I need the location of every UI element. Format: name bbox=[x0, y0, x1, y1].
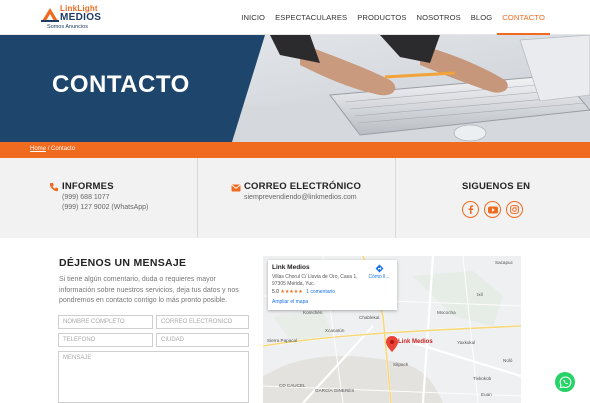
hero-banner: CONTACTO bbox=[0, 35, 590, 142]
nav-productos[interactable]: PRODUCTOS bbox=[352, 0, 411, 35]
email-field[interactable]: CORREO ELECTRONICO bbox=[156, 315, 249, 329]
message-textarea[interactable]: MENSAJE bbox=[58, 351, 249, 403]
map-rating: 5.0 ★★★★★ 1 comentario bbox=[272, 289, 335, 295]
map-place-label: Mococha bbox=[437, 310, 456, 315]
map-place-label: Chablekal bbox=[359, 315, 380, 320]
map-info-card: Link Medios Villas Chorul C/ Lluvia de O… bbox=[268, 260, 397, 310]
map-directions-button[interactable]: Cómo ll... bbox=[366, 264, 392, 280]
instagram-icon[interactable] bbox=[506, 201, 523, 218]
map-place-label: Sitpach bbox=[393, 362, 409, 367]
map-enlarge-link[interactable]: Ampliar el mapa bbox=[272, 299, 308, 305]
map-place-label: Komchén bbox=[303, 310, 323, 315]
map-place-label: GARCÍA GINERÉS bbox=[315, 388, 355, 393]
message-description: Si tiene algún comentario, duda o requie… bbox=[59, 276, 239, 304]
city-field[interactable]: CIUDAD bbox=[156, 333, 249, 347]
whatsapp-icon bbox=[559, 375, 571, 388]
map-place-label: Sierra Papacal bbox=[267, 338, 298, 343]
map-place-label: Sacapuc bbox=[495, 260, 513, 265]
map-place-label: Yaxkukul bbox=[457, 340, 476, 345]
nav-blog[interactable]: BLOG bbox=[466, 0, 498, 35]
email-address[interactable]: siemprevendiendo@linkmedios.com bbox=[244, 193, 357, 203]
social-links bbox=[462, 201, 523, 218]
facebook-icon[interactable] bbox=[462, 201, 479, 218]
whatsapp-number[interactable]: (999) 127 9002 (WhatsApp) bbox=[62, 203, 148, 213]
phone-field[interactable]: TELEFONO bbox=[58, 333, 153, 347]
logo-tagline: Somos Anuncios bbox=[47, 24, 88, 30]
info-divider bbox=[395, 158, 396, 238]
map-place-label: Xcanatún bbox=[325, 328, 345, 333]
informes-title: INFORMES bbox=[62, 181, 114, 192]
site-header: LinkLight MEDIOS Somos Anuncios INICIO E… bbox=[0, 0, 590, 35]
breadcrumb-separator: / bbox=[47, 146, 50, 152]
nav-espectaculares[interactable]: ESPECTACULARES bbox=[270, 0, 352, 35]
message-section-title: DÉJENOS UN MENSAJE bbox=[59, 257, 187, 269]
map-place-label: Ixil bbox=[477, 292, 483, 297]
siguenos-title: SIGUENOS EN bbox=[462, 181, 531, 192]
map-directions-label: Cómo ll... bbox=[368, 274, 390, 280]
name-field[interactable]: NOMBRE COMPLETO bbox=[58, 315, 153, 329]
correo-title: CORREO ELECTRÓNICO bbox=[244, 181, 362, 192]
nav-nosotros[interactable]: NOSOTROS bbox=[412, 0, 466, 35]
map-place-label: CD CAUCEL bbox=[279, 383, 306, 388]
info-divider bbox=[197, 158, 198, 238]
map-reviews-link[interactable]: 1 comentario bbox=[306, 289, 335, 295]
nav-inicio[interactable]: INICIO bbox=[236, 0, 270, 35]
logo-text-bottom: MEDIOS bbox=[60, 12, 102, 23]
main-nav: INICIO ESPECTACULARES PRODUCTOS NOSOTROS… bbox=[236, 0, 550, 35]
contact-info-band: INFORMES (999) 688 1077 (999) 127 9002 (… bbox=[0, 158, 590, 238]
phone-icon bbox=[49, 183, 58, 192]
map-place-label: Noló bbox=[503, 358, 513, 363]
whatsapp-button[interactable] bbox=[555, 372, 575, 392]
directions-icon bbox=[375, 264, 383, 273]
page-title: CONTACTO bbox=[52, 71, 190, 98]
phone-number[interactable]: (999) 688 1077 bbox=[62, 193, 109, 203]
map-place-label: Tixkokob bbox=[473, 376, 492, 381]
map-address: Villas Chorul C/ Lluvia de Oro, Casa 1, … bbox=[272, 274, 358, 287]
nav-contacto[interactable]: CONTACTO bbox=[497, 0, 550, 35]
breadcrumb-current: Contacto bbox=[51, 146, 76, 152]
map-pin-label[interactable]: Link Medios bbox=[398, 339, 433, 345]
envelope-icon bbox=[231, 184, 241, 192]
star-icon: ★★★★★ bbox=[280, 289, 303, 295]
logo-mark-icon bbox=[41, 8, 59, 22]
youtube-icon[interactable] bbox=[484, 201, 501, 218]
breadcrumb: Home / Contacto bbox=[0, 142, 590, 158]
map-rating-value: 5.0 bbox=[272, 289, 279, 295]
logo[interactable]: LinkLight MEDIOS Somos Anuncios bbox=[40, 3, 101, 33]
map-business-name: Link Medios bbox=[272, 264, 310, 271]
map-place-label: Euan bbox=[481, 392, 492, 397]
breadcrumb-home-link[interactable]: Home bbox=[30, 146, 46, 152]
